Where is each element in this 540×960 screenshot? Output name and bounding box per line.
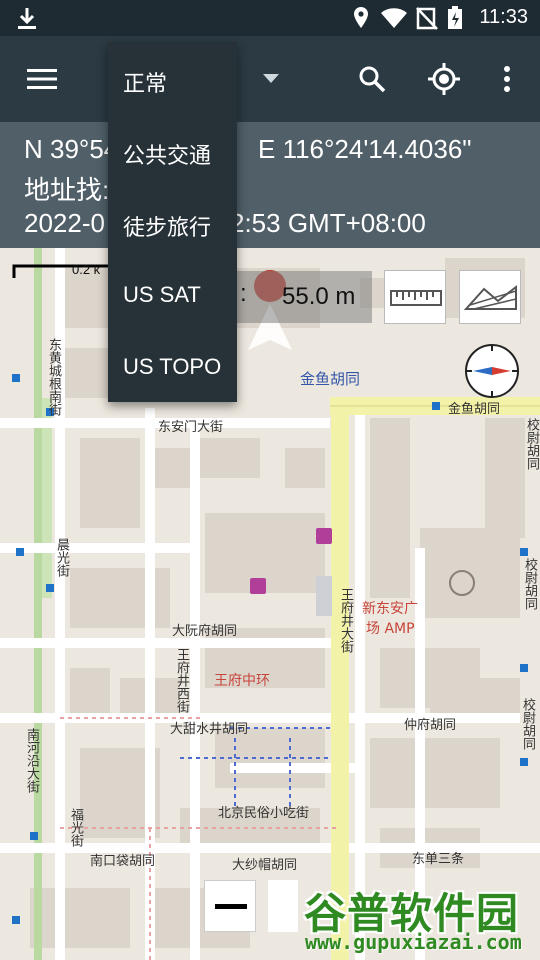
elevation-colon: :: [240, 280, 247, 307]
terrain-icon: [460, 284, 522, 329]
terrain-button[interactable]: [459, 270, 521, 324]
datetime-prefix: 2022-0: [24, 208, 105, 238]
more-options-icon[interactable]: [494, 36, 520, 122]
address-text: 地址找:: [24, 175, 110, 205]
street-label: 南口袋胡同: [90, 854, 156, 869]
poi-label: 王府中环: [214, 673, 270, 689]
my-location-icon[interactable]: [422, 36, 466, 122]
search-icon[interactable]: [352, 36, 392, 122]
street-label: 东黄城根南街: [46, 338, 61, 416]
layer-option-us-sat[interactable]: US SAT: [123, 282, 201, 308]
scale-label: 0.2 k: [72, 262, 101, 277]
ruler-button[interactable]: [384, 270, 446, 324]
poi-label: 新东安广: [362, 601, 418, 617]
ruler-icon: [385, 290, 447, 329]
street-label: 金鱼胡同: [300, 370, 361, 388]
street-label: 南河沿大街: [24, 728, 39, 793]
watermark-url: www.gupuxiazai.com: [305, 930, 522, 954]
street-label: 校尉胡同: [520, 698, 535, 750]
poi-label: 场 AMP: [366, 621, 415, 637]
street-label: 校尉胡同: [522, 558, 537, 610]
layer-menu: 正常 公共交通 徒步旅行 US SAT US TOPO: [108, 42, 237, 402]
location-info-panel: N 39°54 E 116°24'14.4036" 地址找: 2022-0 2:…: [0, 122, 540, 248]
street-label: 大甜水井胡同: [170, 722, 249, 737]
compass-icon[interactable]: [463, 342, 521, 400]
clock: 11:33: [479, 6, 528, 28]
map-view[interactable]: 东黄城根南街 金鱼胡同 金鱼胡同 东安门大街 晨光街 王府井大街 新东安广 场 …: [0, 248, 540, 960]
street-label: 王府井大街: [338, 588, 353, 653]
street-label: 大阮府胡同: [172, 624, 238, 639]
street-label: 晨光街: [54, 538, 69, 577]
no-signal-icon: [416, 6, 438, 34]
street-label: 福光街: [68, 808, 83, 847]
street-label: 金鱼胡同: [448, 402, 501, 417]
poi-label: 北京民俗小吃街: [218, 806, 310, 821]
layer-option-normal[interactable]: 正常: [123, 66, 167, 98]
minus-icon: [215, 904, 247, 909]
zoom-out-button[interactable]: [204, 880, 256, 932]
battery-charging-icon: [446, 6, 464, 34]
street-label: 仲府胡同: [404, 718, 457, 733]
location-icon: [352, 6, 370, 34]
street-label: 大纱帽胡同: [232, 858, 298, 873]
menu-icon[interactable]: [22, 36, 62, 122]
datetime-suffix: 2:53 GMT+08:00: [230, 208, 426, 238]
layer-dropdown-arrow-icon[interactable]: [256, 36, 286, 122]
street-label: 王府井西街: [174, 648, 189, 713]
layer-option-us-topo[interactable]: US TOPO: [123, 354, 221, 380]
longitude-text: E 116°24'14.4036": [258, 134, 472, 164]
layer-option-hiking[interactable]: 徒步旅行: [123, 210, 211, 242]
wifi-icon: [380, 6, 408, 34]
street-label: 东单三条: [412, 852, 465, 867]
toolbar: [0, 36, 540, 122]
layer-option-transit[interactable]: 公共交通: [123, 138, 211, 170]
elevation-value: 55.0 m: [282, 283, 356, 310]
street-label: 东安门大街: [158, 420, 224, 435]
download-icon: [16, 6, 38, 34]
status-bar: 11:33: [0, 0, 540, 36]
latitude-text: N 39°54: [24, 134, 119, 164]
street-label: 校尉胡同: [524, 418, 539, 470]
